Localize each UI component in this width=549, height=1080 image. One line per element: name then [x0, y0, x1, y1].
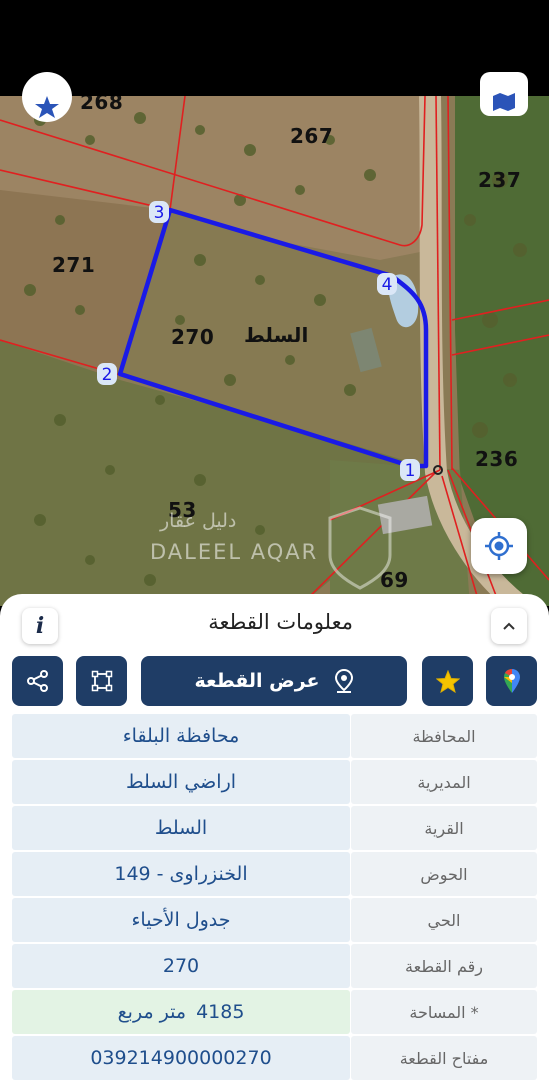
info-row-plot-number: 270 رقم القطعة — [12, 944, 537, 989]
plot-info-sheet: i معلومات القطعة عرض القطعة محافظة البلق… — [0, 594, 549, 1080]
share-icon — [26, 670, 48, 692]
sheet-header: i معلومات القطعة — [0, 594, 549, 654]
info-row-plot-key: 039214900000270 مفتاح القطعة — [12, 1036, 537, 1080]
governorate-value: محافظة البلقاء — [12, 714, 350, 758]
chevron-up-icon — [503, 622, 515, 630]
parcel-number-236[interactable]: 236 — [475, 447, 518, 471]
crosshair-icon — [485, 532, 513, 560]
governorate-label: المحافظة — [351, 714, 537, 758]
star-icon — [435, 669, 460, 693]
basin-value: الخنزراوى - 149 — [12, 852, 350, 896]
info-row-area: متر مربع 4185 المساحة * — [12, 990, 537, 1035]
info-row-governorate: محافظة البلقاء المحافظة — [12, 714, 537, 759]
action-row: عرض القطعة — [0, 656, 549, 708]
neighborhood-value: جدول الأحياء — [12, 898, 350, 942]
location-pin-icon — [334, 669, 353, 693]
view-plot-label: عرض القطعة — [194, 670, 320, 692]
favorite-button[interactable] — [422, 656, 473, 706]
plot-number-value: 270 — [12, 944, 350, 988]
directorate-value: اراضي السلط — [12, 760, 350, 804]
parcel-number-268[interactable]: 268 — [80, 96, 123, 114]
map-canvas — [0, 96, 549, 606]
area-label: المساحة * — [351, 990, 537, 1034]
parcel-number-69[interactable]: 69 — [380, 568, 409, 592]
satellite-map[interactable]: 1 2 3 4 268 267 237 271 270 السلط 236 53… — [0, 96, 549, 606]
outline-plot-button[interactable] — [76, 656, 127, 706]
plot-number-label: رقم القطعة — [351, 944, 537, 988]
parcel-number-237[interactable]: 237 — [478, 168, 521, 192]
plot-info-table: محافظة البلقاء المحافظة اراضي السلط المد… — [12, 714, 537, 1080]
parcel-number-270[interactable]: 270 — [171, 325, 214, 349]
area-unit: متر مربع — [117, 1001, 187, 1023]
collapse-sheet-button[interactable] — [491, 608, 527, 644]
neighborhood-label: الحي — [351, 898, 537, 942]
parcel-number-267[interactable]: 267 — [290, 124, 333, 148]
layers-map-button[interactable] — [480, 72, 528, 116]
info-row-directorate: اراضي السلط المديرية — [12, 760, 537, 805]
vertex-marker-1[interactable]: 1 — [399, 458, 421, 482]
recenter-button[interactable] — [471, 518, 527, 574]
vertex-marker-4[interactable]: 4 — [376, 272, 398, 296]
vertex-label-4: 4 — [382, 275, 393, 295]
directorate-label: المديرية — [351, 760, 537, 804]
plot-key-value[interactable]: 039214900000270 — [12, 1036, 350, 1080]
info-button[interactable]: i — [22, 608, 58, 644]
village-label: القرية — [351, 806, 537, 850]
info-row-neighborhood: جدول الأحياء الحي — [12, 898, 537, 943]
google-maps-icon — [503, 669, 520, 693]
view-plot-button[interactable]: عرض القطعة — [141, 656, 407, 706]
basin-label: الحوض — [351, 852, 537, 896]
plot-village-name: السلط — [244, 323, 309, 347]
info-row-basin: الخنزراوى - 149 الحوض — [12, 852, 537, 897]
share-button[interactable] — [12, 656, 63, 706]
map-layers-icon — [493, 93, 515, 111]
polygon-icon — [91, 670, 112, 692]
info-icon: i — [35, 613, 45, 639]
vertex-marker-2[interactable]: 2 — [96, 362, 118, 386]
vertex-marker-3[interactable]: 3 — [148, 200, 170, 224]
vertex-label-1: 1 — [405, 461, 416, 481]
info-row-village: السلط القرية — [12, 806, 537, 851]
vertex-label-3: 3 — [154, 203, 165, 223]
sheet-title: معلومات القطعة — [208, 610, 353, 634]
plot-key-label: مفتاح القطعة — [351, 1036, 537, 1080]
watermark-english: DALEEL AQAR — [150, 540, 319, 564]
watermark-arabic: دليل عقار — [160, 510, 237, 532]
vertex-label-2: 2 — [102, 365, 113, 385]
google-maps-button[interactable] — [486, 656, 537, 706]
status-bar — [0, 0, 549, 96]
area-value-cell: متر مربع 4185 — [12, 990, 350, 1034]
area-value: 4185 — [196, 1001, 245, 1023]
parcel-number-271[interactable]: 271 — [52, 253, 95, 277]
star-icon — [35, 96, 59, 118]
village-value: السلط — [12, 806, 350, 850]
favorites-map-button[interactable] — [22, 72, 72, 122]
